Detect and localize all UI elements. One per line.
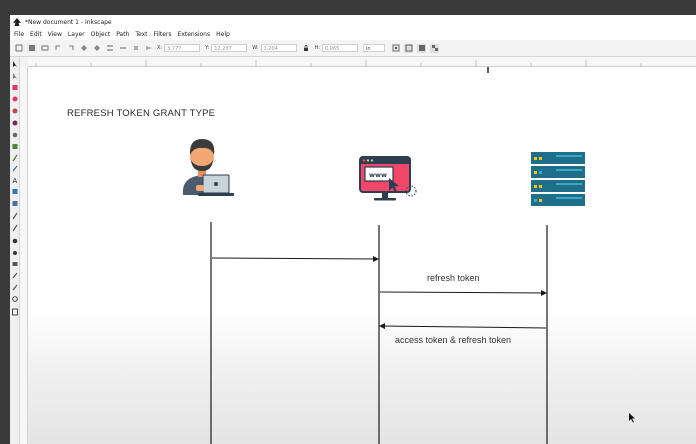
mesh-tool-icon <box>12 201 18 206</box>
y-input[interactable]: 12.237 <box>211 44 248 52</box>
pen-tool-icon <box>12 154 18 162</box>
mouse-cursor-icon <box>629 413 635 423</box>
raise-icon[interactable] <box>118 44 127 53</box>
paint-bucket-tool-icon <box>12 224 18 232</box>
star-tool-icon <box>12 108 18 114</box>
menu-help[interactable]: Help <box>216 31 230 38</box>
flip-vertical-icon[interactable] <box>92 44 101 53</box>
scale-corners-icon[interactable] <box>404 43 413 53</box>
deselect-icon[interactable] <box>40 44 49 53</box>
message-arrow-1[interactable] <box>211 255 379 262</box>
menu-file[interactable]: File <box>14 31 24 38</box>
message-label-2[interactable]: refresh token <box>427 273 480 283</box>
user-with-laptop-icon[interactable] <box>182 139 234 196</box>
message-arrow-3[interactable] <box>379 323 547 330</box>
gradient-tool-icon <box>12 189 18 194</box>
calligraphy-tool-icon <box>12 165 18 172</box>
unit-select[interactable]: in <box>363 44 385 52</box>
inkscape-logo-icon <box>13 18 21 26</box>
zoom-tool-icon <box>12 296 18 302</box>
tool-icons: A <box>12 61 18 316</box>
web-browser-icon[interactable]: www <box>359 156 417 201</box>
move-patterns-icon[interactable] <box>430 43 439 53</box>
eraser-tool-icon <box>12 262 18 266</box>
w-input[interactable]: 1.204 <box>260 44 297 52</box>
server-rack-icon[interactable] <box>531 152 585 206</box>
rotate-ccw-icon[interactable] <box>53 44 62 53</box>
menu-view[interactable]: View <box>48 31 62 38</box>
move-gradients-icon[interactable] <box>417 43 426 53</box>
message-label-3[interactable]: access token & refresh token <box>395 335 511 345</box>
menu-extensions[interactable]: Extensions <box>178 31 211 38</box>
menu-filters[interactable]: Filters <box>154 31 172 38</box>
pencil-tool-icon <box>12 144 18 149</box>
text-tool-icon: A <box>13 177 18 185</box>
x-input[interactable]: 3.777 <box>164 44 201 52</box>
tweak-tool-icon <box>12 238 18 244</box>
select-all-icon[interactable] <box>14 44 23 53</box>
svg-text:www: www <box>369 171 387 179</box>
rotate-cw-icon[interactable] <box>66 44 75 53</box>
lower-icon[interactable] <box>131 44 140 53</box>
h-field: H: 0.065 <box>315 44 358 52</box>
window-title: *New document 1 - Inkscape <box>25 18 112 26</box>
menu-path[interactable]: Path <box>116 31 129 38</box>
x-field: X: 3.777 <box>157 44 201 52</box>
menu-bar: File Edit View Layer Object Path Text Fi… <box>10 29 696 40</box>
horizontal-ruler[interactable] <box>28 57 696 67</box>
menu-layer[interactable]: Layer <box>68 31 85 38</box>
scale-stroke-icon[interactable] <box>391 44 400 53</box>
sequence-diagram: www <box>182 139 585 444</box>
lower-to-bottom-icon[interactable] <box>144 44 153 53</box>
select-all-layers-icon[interactable] <box>27 44 36 53</box>
title-bar: *New document 1 - Inkscape <box>10 15 696 29</box>
spiral-tool-icon <box>12 120 18 126</box>
svg-text:A: A <box>13 177 18 185</box>
h-input[interactable]: 0.065 <box>322 44 358 52</box>
y-field: Y: 12.237 <box>205 44 248 52</box>
connector-tool-icon <box>12 272 18 279</box>
tool-controls-bar: X: 3.777 Y: 12.237 W: 1.204 H: 0.065 in <box>10 40 696 57</box>
selector-tool-icon <box>13 61 17 67</box>
menu-text[interactable]: Text <box>135 31 147 38</box>
rectangle-tool-icon <box>12 85 18 90</box>
message-arrow-2[interactable] <box>379 289 547 296</box>
measure-tool-icon <box>12 284 18 291</box>
dropper-tool-icon <box>12 212 18 220</box>
box3d-tool-icon <box>12 132 18 138</box>
spray-tool-icon <box>13 251 17 255</box>
node-tool-icon <box>13 73 17 79</box>
w-field: W: 1.204 <box>252 44 297 52</box>
flip-horizontal-icon[interactable] <box>79 44 88 53</box>
ellipse-tool-icon <box>12 96 18 102</box>
drawing-canvas[interactable]: REFRESH TOKEN GRANT TYPE www refresh tok… <box>28 67 696 444</box>
inkscape-window: *New document 1 - Inkscape File Edit Vie… <box>10 15 696 444</box>
menu-object[interactable]: Object <box>91 31 111 38</box>
toolbox: A <box>10 57 20 444</box>
menu-edit[interactable]: Edit <box>30 31 42 38</box>
ruler-ticks <box>35 60 642 67</box>
vertical-ruler[interactable] <box>20 67 28 444</box>
page-tool-icon <box>12 308 18 316</box>
lock-proportions-icon[interactable] <box>302 44 311 53</box>
raise-to-top-icon[interactable] <box>105 44 114 53</box>
